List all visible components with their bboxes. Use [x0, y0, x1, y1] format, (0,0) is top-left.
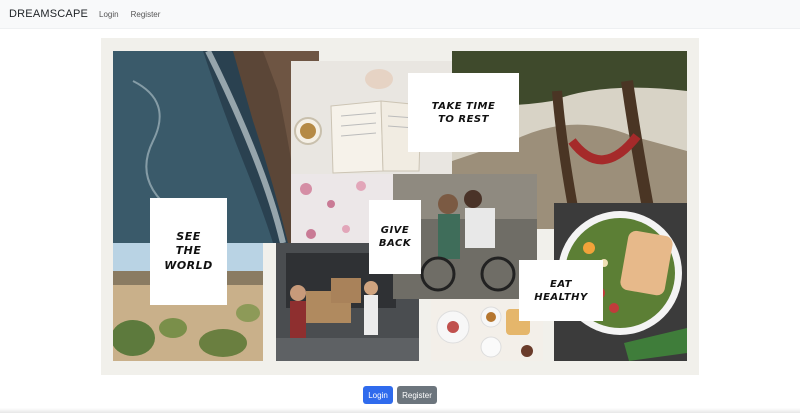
navbar: DREAMSCAPE Login Register	[0, 0, 800, 29]
eat-healthy-text: EAT HEALTHY	[534, 278, 588, 303]
register-button[interactable]: Register	[397, 386, 437, 404]
give-back-card: GIVE BACK	[369, 200, 421, 274]
moodboard: SEE THE WORLD TAKE TIME TO REST GIVE BAC…	[101, 38, 699, 375]
nav-login-link[interactable]: Login	[99, 10, 119, 19]
take-time-to-rest-card: TAKE TIME TO REST	[408, 73, 519, 152]
take-time-text: TAKE TIME TO REST	[431, 100, 496, 125]
nav-register-link[interactable]: Register	[131, 10, 161, 19]
give-back-text: GIVE BACK	[378, 225, 412, 249]
eat-healthy-card: EAT HEALTHY	[519, 260, 603, 321]
see-the-world-text: SEE THE WORLD	[164, 230, 213, 272]
see-the-world-card: SEE THE WORLD	[150, 198, 227, 305]
bottom-divider	[0, 408, 800, 413]
brand-logo[interactable]: DREAMSCAPE	[9, 8, 88, 20]
login-button[interactable]: Login	[363, 386, 393, 404]
